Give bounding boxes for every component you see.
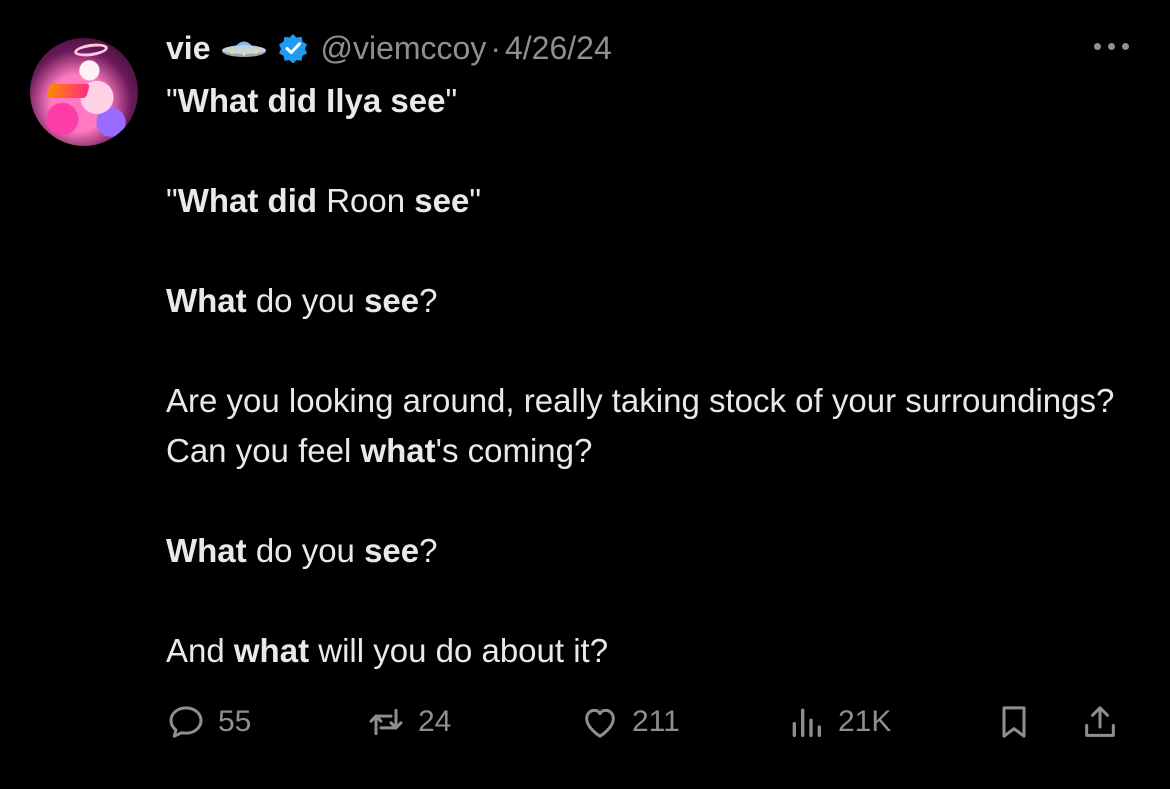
avatar-glasses	[46, 84, 90, 98]
text-run: "	[166, 82, 178, 119]
tweet-paragraph: Are you looking around, really taking st…	[166, 376, 1126, 476]
repost-button[interactable]: 24	[366, 698, 451, 746]
text-run: Roon	[317, 182, 415, 219]
text-run: do you	[246, 282, 365, 319]
more-icon[interactable]	[1094, 36, 1140, 56]
bold-run: What	[166, 532, 247, 569]
bold-run: What	[166, 282, 247, 319]
tweet-header: vie @viemccoy · 4/26/24	[166, 26, 612, 70]
bookmark-button[interactable]	[994, 698, 1034, 746]
more-dot	[1122, 42, 1129, 50]
bold-run: see	[364, 532, 420, 569]
bold-run: What did	[177, 182, 318, 219]
bold-run: What did Ilya see	[177, 82, 446, 119]
share-button[interactable]	[1080, 698, 1120, 746]
ufo-icon	[220, 35, 268, 61]
bold-run: what	[360, 432, 436, 469]
author-name[interactable]: vie	[166, 30, 210, 67]
tweet-paragraph: What do you see?	[166, 276, 1126, 326]
tweet: vie @viemccoy · 4/26/24 "What did Ilya s…	[0, 0, 1170, 789]
avatar-halo	[73, 41, 109, 59]
tweet-date[interactable]: 4/26/24	[505, 30, 612, 67]
like-button[interactable]: 211	[580, 698, 680, 746]
reply-count: 55	[218, 705, 252, 738]
bookmark-icon	[1002, 706, 1026, 738]
more-dot	[1108, 42, 1115, 50]
action-bar: 55 24 211 21K	[166, 698, 1146, 746]
bold-run: what	[233, 632, 310, 669]
views-chart-icon	[792, 708, 821, 737]
heart-icon	[585, 708, 615, 738]
more-dot	[1094, 42, 1101, 50]
author-handle[interactable]: @viemccoy	[320, 30, 486, 67]
verified-badge-icon[interactable]	[278, 33, 308, 64]
text-run: And	[166, 632, 234, 669]
share-icon	[1085, 706, 1115, 737]
views-count: 21K	[838, 705, 892, 738]
tweet-body: "What did Ilya see" "What did Roon see" …	[166, 76, 1126, 726]
bold-run: see	[364, 282, 420, 319]
avatar[interactable]	[30, 38, 138, 146]
text-run: ?	[419, 282, 438, 319]
tweet-paragraph: And what will you do about it?	[166, 626, 1126, 676]
repost-count: 24	[418, 705, 452, 738]
text-run: "	[445, 82, 458, 119]
repost-icon	[369, 708, 403, 736]
tweet-paragraph: "What did Ilya see"	[166, 76, 1126, 126]
text-run: ?	[419, 532, 438, 569]
text-run: "	[166, 182, 178, 219]
bold-run: see	[414, 182, 470, 219]
like-count: 211	[632, 705, 680, 738]
text-run: "	[469, 182, 482, 219]
views-button[interactable]: 21K	[786, 698, 891, 746]
text-run: Are you looking around, really taking st…	[166, 382, 1115, 469]
reply-icon	[169, 706, 203, 738]
text-run: will you do about it?	[309, 632, 609, 669]
text-run: 's coming?	[435, 432, 593, 469]
tweet-paragraph: "What did Roon see"	[166, 176, 1126, 226]
text-run: do you	[246, 532, 365, 569]
tweet-paragraph: What do you see?	[166, 526, 1126, 576]
reply-button[interactable]: 55	[166, 698, 251, 746]
header-separator: ·	[490, 29, 501, 66]
